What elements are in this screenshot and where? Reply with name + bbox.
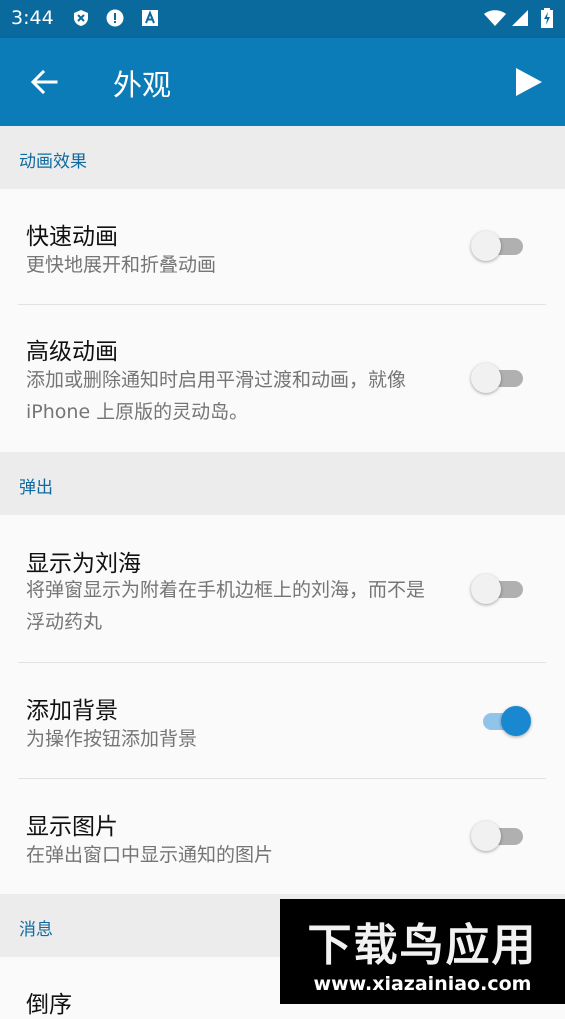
setting-title: 快速动画 — [26, 224, 118, 250]
setting-subtitle: 将弹窗显示为附着在手机边框上的刘海，而不是浮动药丸 — [26, 579, 426, 633]
setting-add-background[interactable]: 添加背景 为操作按钮添加背景 — [0, 663, 565, 778]
arrow-back-icon[interactable] — [28, 66, 60, 98]
show-as-notch-toggle[interactable] — [469, 572, 525, 606]
shield-x-icon — [74, 10, 88, 26]
section-header-popup: 弹出 — [0, 452, 565, 515]
status-bar: 3:44 — [0, 0, 565, 38]
setting-subtitle: 更快地展开和折叠动画 — [26, 254, 217, 276]
section-title: 弹出 — [19, 478, 53, 498]
status-time: 3:44 — [11, 7, 54, 29]
section-header-animation: 动画效果 — [0, 126, 565, 189]
app-bar: 外观 — [0, 38, 565, 126]
page-title: 外观 — [113, 68, 172, 102]
watermark-logo: 下载鸟应用 www.xiazainiao.com — [280, 899, 565, 1004]
setting-title: 倒序 — [26, 992, 72, 1018]
watermark-url: www.xiazainiao.com — [313, 973, 532, 995]
section-title: 消息 — [19, 920, 53, 940]
show-image-toggle[interactable] — [469, 819, 525, 853]
add-background-toggle[interactable] — [469, 704, 531, 738]
setting-title: 显示图片 — [26, 814, 118, 840]
setting-fast-animation[interactable]: 快速动画 更快地展开和折叠动画 — [0, 189, 565, 304]
setting-subtitle: 添加或删除通知时启用平滑过渡和动画，就像 iPhone 上原版的灵动岛。 — [26, 369, 407, 423]
fast-animation-toggle[interactable] — [469, 229, 525, 263]
watermark-title: 下载鸟应用 — [307, 920, 538, 971]
play-icon[interactable] — [510, 64, 546, 100]
signal-icon — [512, 10, 528, 26]
setting-show-image[interactable]: 显示图片 在弹出窗口中显示通知的图片 — [0, 779, 565, 894]
alert-circle-icon — [106, 9, 124, 27]
setting-advanced-animation[interactable]: 高级动画 添加或删除通知时启用平滑过渡和动画，就像 iPhone 上原版的灵动岛… — [0, 305, 565, 452]
a-square-icon — [142, 10, 158, 26]
setting-subtitle: 为操作按钮添加背景 — [26, 728, 198, 750]
wifi-icon — [484, 10, 506, 26]
section-title: 动画效果 — [19, 152, 87, 172]
setting-title: 显示为刘海 — [26, 551, 141, 577]
setting-title: 高级动画 — [26, 339, 118, 365]
setting-show-as-notch[interactable]: 显示为刘海 将弹窗显示为附着在手机边框上的刘海，而不是浮动药丸 — [0, 515, 565, 662]
advanced-animation-toggle[interactable] — [469, 361, 525, 395]
battery-charging-icon — [541, 8, 553, 28]
setting-subtitle: 在弹出窗口中显示通知的图片 — [26, 844, 274, 866]
setting-title: 添加背景 — [26, 698, 118, 724]
